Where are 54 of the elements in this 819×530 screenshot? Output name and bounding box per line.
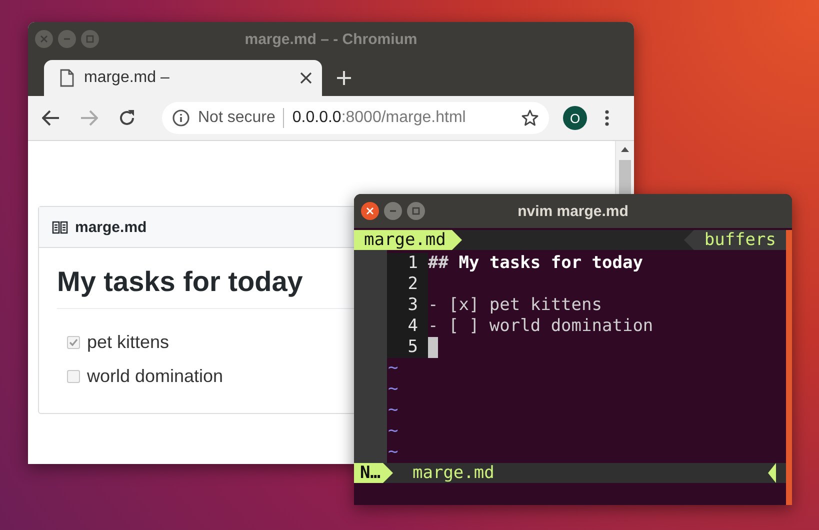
maximize-button[interactable] xyxy=(81,30,99,48)
close-icon xyxy=(38,33,50,45)
security-label: Not secure xyxy=(198,109,276,127)
reload-icon xyxy=(118,109,136,127)
scrollbar[interactable] xyxy=(615,141,634,194)
book-icon xyxy=(52,220,68,234)
line-number: 5 xyxy=(387,337,428,358)
line-number: 3 xyxy=(387,295,428,316)
empty-line-marker: ~ xyxy=(387,400,398,421)
code-line: - [ ] world domination xyxy=(428,316,654,337)
line-number: 4 xyxy=(387,316,428,337)
forward-arrow-icon xyxy=(80,110,98,126)
close-icon[interactable] xyxy=(300,72,312,84)
scroll-up-icon[interactable] xyxy=(621,147,629,152)
menu-dots-icon xyxy=(605,110,609,126)
star-icon[interactable] xyxy=(521,109,539,127)
close-button[interactable] xyxy=(361,202,379,220)
document-icon xyxy=(60,69,74,87)
powerline-arrow xyxy=(383,463,394,483)
maximize-icon xyxy=(84,33,96,45)
task-label: world domination xyxy=(87,366,224,386)
plus-icon xyxy=(336,70,352,86)
powerline-arrow xyxy=(768,463,776,483)
window-title: marge.md – - Chromium xyxy=(244,30,418,48)
empty-line-marker: ~ xyxy=(387,379,398,400)
checkbox[interactable] xyxy=(67,370,80,382)
url-text: 0.0.0.0:8000/marge.html xyxy=(292,109,466,127)
line-number: 1 xyxy=(387,253,428,274)
new-tab-button[interactable] xyxy=(336,70,352,86)
empty-line-marker: ~ xyxy=(387,421,398,442)
info-icon xyxy=(172,109,190,127)
close-icon xyxy=(364,205,376,217)
empty-line-marker: ~ xyxy=(387,358,398,379)
task-label: pet kittens xyxy=(87,332,170,352)
buffer-tab[interactable]: marge.md xyxy=(354,230,452,250)
status-file-name: marge.md xyxy=(412,463,496,483)
checkbox[interactable] xyxy=(67,336,80,348)
minimize-button[interactable] xyxy=(58,30,76,48)
address-bar[interactable]: Not secure 0.0.0.0:8000/marge.html xyxy=(162,102,549,134)
maximize-button[interactable] xyxy=(407,202,425,220)
menu-button[interactable] xyxy=(605,110,609,126)
buffers-label: buffers xyxy=(694,230,786,250)
back-arrow-icon xyxy=(42,110,60,126)
maximize-icon xyxy=(410,205,422,217)
powerline-arrow xyxy=(452,230,462,250)
line-number: 2 xyxy=(387,274,428,295)
mode-indicator: N… xyxy=(354,463,384,483)
browser-tab[interactable]: marge.md – xyxy=(44,60,322,96)
profile-avatar[interactable]: O xyxy=(563,106,587,130)
window-title: nvim marge.md xyxy=(518,202,628,220)
empty-line-marker: ~ xyxy=(387,442,398,463)
file-name: marge.md xyxy=(75,218,147,236)
minimize-button[interactable] xyxy=(384,202,402,220)
scroll-thumb[interactable] xyxy=(619,160,631,194)
